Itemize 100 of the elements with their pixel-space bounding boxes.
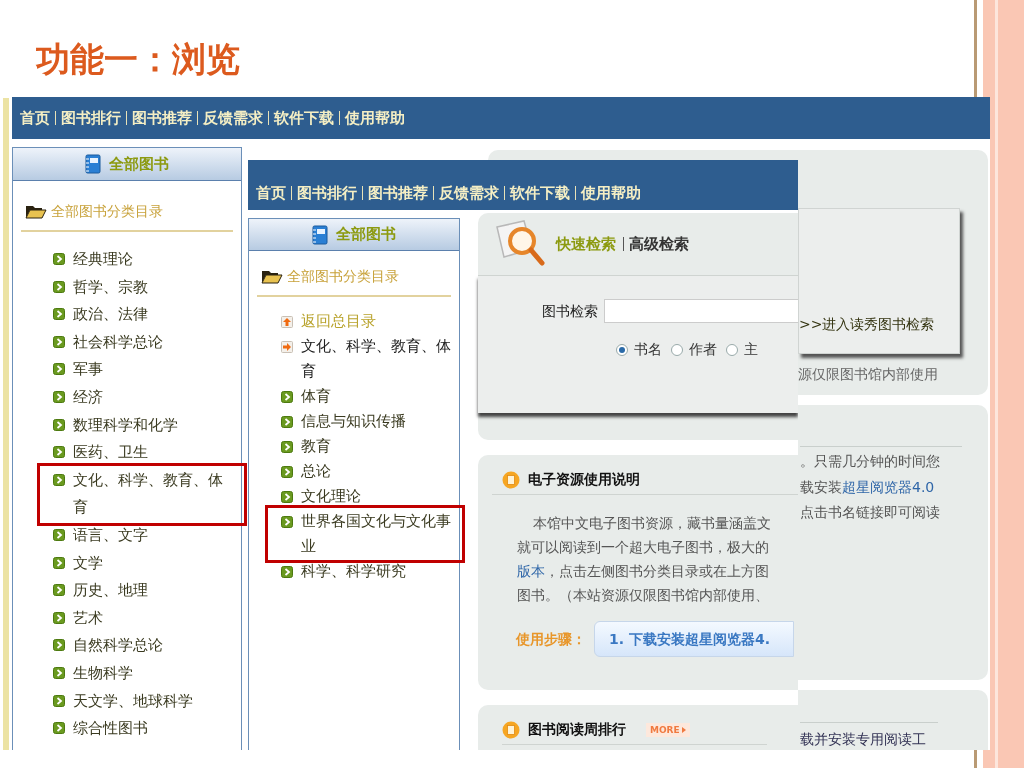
arrow-square-icon [281, 566, 293, 578]
category-label: 语言、文字 [73, 524, 149, 546]
search-field[interactable] [604, 299, 798, 323]
triangle-icon [681, 726, 686, 733]
category-label: 科学、科学研究 [301, 561, 407, 582]
arrow-square-icon [281, 466, 293, 478]
category-label: 教育 [301, 436, 332, 457]
arrow-square-icon [281, 516, 293, 528]
arrow-square-icon [281, 391, 293, 403]
ranking-title: 图书阅读周排行 [528, 720, 626, 739]
notebook-icon [85, 154, 101, 174]
notebook-icon [312, 224, 328, 245]
notice-line: 就可以阅读到一个超大电子图书，极大的 [517, 538, 770, 557]
arrow-square-icon [53, 611, 65, 624]
arrow-square-icon [53, 363, 65, 376]
category-label: 政治、法律 [73, 304, 149, 326]
category-item[interactable]: 信息与知识传播 [281, 409, 459, 434]
arrow-square-icon [53, 666, 65, 679]
category-item[interactable]: 综合性图书 [53, 715, 241, 743]
category-item[interactable]: 天文学、地球科学 [53, 687, 241, 716]
category-item[interactable]: 文化、科学、教育、体育 [41, 466, 243, 522]
category-item[interactable]: 艺术 [53, 604, 241, 633]
nav-link[interactable]: 反馈需求 [203, 106, 263, 130]
category-label: 文学 [73, 552, 104, 574]
nav-link[interactable]: 图书排行 [297, 181, 357, 205]
folder-icon [261, 269, 283, 284]
search-option[interactable]: 主 [726, 339, 758, 360]
category-item[interactable]: 社会科学总论 [53, 328, 241, 357]
field-label: 图书检索 [542, 301, 598, 321]
notice-line: 版本，点击左侧图书分类目录或在上方图 [517, 562, 770, 581]
category-item[interactable]: 文化、科学、教育、体育 [281, 334, 459, 384]
nav-link[interactable]: 图书排行 [61, 106, 121, 130]
arrow-square-icon [53, 639, 65, 652]
search-link[interactable]: >>进入读秀图书检索 [799, 314, 959, 335]
folder-icon [25, 204, 47, 219]
category-item[interactable]: 历史、地理 [53, 577, 241, 605]
arrow-square-icon [53, 308, 65, 321]
nav-link[interactable]: 软件下载 [510, 181, 570, 205]
search-option[interactable]: 书名 [616, 339, 662, 360]
right-arrow-icon [281, 341, 293, 353]
version-link[interactable]: 版本 [517, 563, 545, 579]
category-item[interactable]: 教育 [281, 434, 459, 459]
search-option[interactable]: 作者 [671, 339, 717, 360]
nav-link[interactable]: 使用帮助 [581, 181, 641, 205]
nav-link[interactable]: 首页 [20, 106, 50, 130]
category-label: 文化理论 [301, 486, 362, 507]
radio-button[interactable] [671, 343, 683, 356]
category-item[interactable]: 文学 [53, 549, 241, 578]
category-label: 自然科学总论 [73, 635, 164, 657]
download-step-button[interactable]: 1. 下载安装超星阅览器4. [594, 621, 794, 657]
nav-link[interactable]: 图书推荐 [132, 106, 192, 130]
document-circle-icon [502, 470, 520, 489]
category-item[interactable]: 生物科学 [53, 659, 241, 688]
intro-text: 载安装超星阅览器4.0 [800, 477, 936, 497]
category-item[interactable]: 自然科学总论 [53, 632, 241, 660]
document-circle-icon [502, 720, 520, 739]
nav-link[interactable]: 反馈需求 [439, 181, 499, 205]
category-item[interactable]: 经典理论 [53, 246, 241, 274]
category-item[interactable]: 数理科学和化学 [53, 411, 241, 440]
notice-title: 电子资源使用说明 [528, 470, 640, 489]
category-item[interactable]: 经济 [53, 383, 241, 412]
category-label: 文化、科学、教育、体育 [301, 336, 452, 382]
category-label: 综合性图书 [73, 718, 149, 740]
category-item[interactable]: 世界各国文化与文化事业 [269, 509, 461, 559]
radio-button[interactable] [616, 343, 628, 356]
ranking-text: 载并安装专用阅读工 [800, 731, 926, 747]
arrow-square-icon [53, 556, 65, 569]
category-label: 医药、卫生 [73, 442, 149, 464]
category-label: 返回总目录 [301, 311, 377, 332]
notice-text: 源仅限图书馆内部使用 [798, 365, 939, 384]
category-label: 军事 [73, 359, 104, 381]
search-tab[interactable]: 高级检索 [629, 232, 689, 256]
category-item[interactable]: 科学、科学研究 [281, 559, 459, 584]
reader-link[interactable]: 超星阅览器4.0 [842, 478, 935, 495]
category-label: 信息与知识传播 [301, 411, 407, 432]
category-item[interactable]: 医药、卫生 [53, 439, 241, 467]
arrow-square-icon [281, 491, 293, 503]
panel-title: 全部图书 [109, 153, 169, 175]
panel-title: 全部图书 [336, 224, 396, 246]
category-label: 生物科学 [73, 662, 134, 684]
nav-link[interactable]: 软件下载 [274, 106, 334, 130]
category-item[interactable]: 文化理论 [281, 484, 459, 509]
category-item[interactable]: 语言、文字 [53, 521, 241, 550]
category-label: 体育 [301, 386, 332, 407]
category-item[interactable]: 政治、法律 [53, 301, 241, 329]
category-item[interactable]: 军事 [53, 356, 241, 384]
nav-link[interactable]: 图书推荐 [368, 181, 428, 205]
slide-title: 功能一：浏览 [36, 42, 240, 76]
radio-button[interactable] [726, 343, 738, 356]
category-item[interactable]: 体育 [281, 384, 459, 409]
category-label: 历史、地理 [73, 580, 149, 602]
category-label: 经典理论 [73, 249, 134, 270]
arrow-square-icon [53, 584, 65, 597]
category-item[interactable]: 哲学、宗教 [53, 273, 241, 302]
category-item[interactable]: 总论 [281, 459, 459, 484]
nav-link[interactable]: 使用帮助 [345, 106, 405, 130]
category-label: 世界各国文化与文化事业 [301, 511, 452, 557]
nav-link[interactable]: 首页 [256, 181, 286, 205]
steps-label: 使用步骤： [516, 629, 586, 649]
arrow-square-icon [281, 441, 293, 453]
